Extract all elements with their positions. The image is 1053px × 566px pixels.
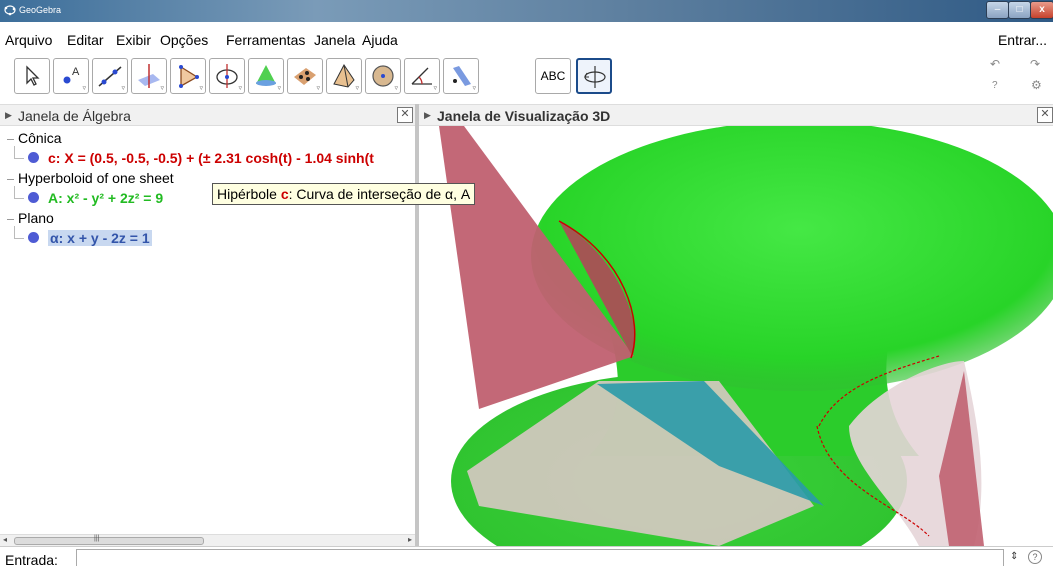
polygon-icon [179,65,199,88]
circle-axis-icon [216,64,238,88]
tool-text[interactable]: ABC [535,58,571,94]
toolbar: A ▿ ▿ ▿ ▿ ▿ ▿ ▿ ▿ ▿ ▿ ▿ ABC ↶ ↷ ? ⚙ [0,54,1053,104]
line-icon [98,66,122,87]
menu-ferramentas[interactable]: Ferramentas [226,32,305,48]
title-bar: GeoGebra – □ x [0,0,1053,22]
collapse-toggle[interactable] [7,179,14,180]
close-window-button[interactable]: x [1030,1,1053,19]
view-3d-header: ▶ Janela de Visualização 3D ✕ [419,104,1053,126]
visibility-toggle-c[interactable] [28,152,39,163]
tool-reflect-plane[interactable]: ▿ [443,58,479,94]
svg-text:A: A [72,66,80,78]
settings-icon[interactable]: ⚙ [1031,78,1042,92]
scrollbar-grip-icon: ||| [94,535,100,542]
maximize-button[interactable]: □ [1008,1,1031,19]
tool-plane-three-points[interactable]: ▿ [287,58,323,94]
input-history-stepper-icon[interactable]: ⇕ [1010,551,1018,562]
tool-rotate-3d-view[interactable] [576,58,612,94]
input-label: Entrada: [5,552,58,566]
input-help-icon[interactable]: ? [1028,550,1042,564]
tool-sphere[interactable]: ▿ [365,58,401,94]
reflect-plane-icon [453,66,471,86]
category-conica[interactable]: Cônica [18,130,62,146]
geogebra-window: GeoGebra – □ x Arquivo Editar Exibir Opç… [0,0,1053,566]
menu-exibir[interactable]: Exibir [116,32,151,48]
close-algebra-view-button[interactable]: ✕ [397,107,413,123]
graphics-3d-canvas[interactable] [419,126,1053,546]
menu-opcoes[interactable]: Opções [160,32,208,48]
scene-3d [439,126,1053,546]
expand-arrow-icon[interactable]: ▶ [424,110,431,121]
undo-button[interactable]: ↶ [990,57,1000,71]
text-icon: ABC [540,69,566,83]
object-alpha[interactable]: α: x + y - 2z = 1 [48,230,152,246]
menu-janela[interactable]: Janela [314,32,355,48]
menu-arquivo[interactable]: Arquivo [5,32,52,48]
scroll-right-arrow-icon[interactable]: ▸ [408,535,412,544]
input-field[interactable] [76,549,1004,566]
sign-in-link[interactable]: Entrar... [998,32,1047,48]
scrollbar-thumb[interactable] [14,537,204,545]
tool-angle[interactable]: ▿ [404,58,440,94]
sphere-icon [372,65,394,87]
minimize-button[interactable]: – [986,1,1009,19]
point-icon: A [63,66,80,84]
expand-arrow-icon[interactable]: ▶ [5,110,12,121]
intersect-surfaces-icon [256,65,276,86]
algebra-view-header: ▶ Janela de Álgebra ✕ [0,104,415,126]
help-icon[interactable]: ? [992,80,998,91]
rotate-3d-view-icon [584,66,606,88]
collapse-toggle[interactable] [7,139,14,140]
window-title: GeoGebra [19,5,62,15]
tool-move[interactable] [14,58,50,94]
category-hyperboloid[interactable]: Hyperboloid of one sheet [18,170,174,186]
object-A[interactable]: A: x² - y² + 2z² = 9 [48,190,163,206]
visibility-toggle-A[interactable] [28,192,39,203]
scroll-left-arrow-icon[interactable]: ◂ [3,535,7,544]
tool-polygon[interactable]: ▿ [170,58,206,94]
tool-point[interactable]: A ▿ [53,58,89,94]
tool-pyramid[interactable]: ▿ [326,58,362,94]
menu-editar[interactable]: Editar [67,32,104,48]
view-3d-title: Janela de Visualização 3D [437,108,611,124]
tool-circle-axis[interactable]: ▿ [209,58,245,94]
geogebra-logo-icon [4,5,16,16]
pointer-icon [26,65,40,86]
category-plano[interactable]: Plano [18,210,54,226]
visibility-toggle-alpha[interactable] [28,232,39,243]
angle-icon [411,67,432,85]
collapse-toggle[interactable] [7,219,14,220]
tooltip: Hipérbole c: Curva de interseção de α, A [212,183,476,205]
pyramid-icon [333,64,355,88]
close-3d-view-button[interactable]: ✕ [1037,107,1053,123]
menu-bar: Arquivo Editar Exibir Opções Ferramentas… [0,22,1053,54]
menu-ajuda[interactable]: Ajuda [362,32,398,48]
plane-points-icon [294,68,316,85]
object-c[interactable]: c: X = (0.5, -0.5, -0.5) + (± 2.31 cosh(… [48,150,374,166]
perpendicular-line-icon [138,64,160,88]
algebra-view-title: Janela de Álgebra [18,108,131,124]
tool-perpendicular[interactable]: ▿ [131,58,167,94]
redo-button[interactable]: ↷ [1030,57,1040,71]
tool-intersect-surfaces[interactable]: ▿ [248,58,284,94]
input-bar: Entrada: ⇕ ? [0,546,1053,566]
tool-line[interactable]: ▿ [92,58,128,94]
